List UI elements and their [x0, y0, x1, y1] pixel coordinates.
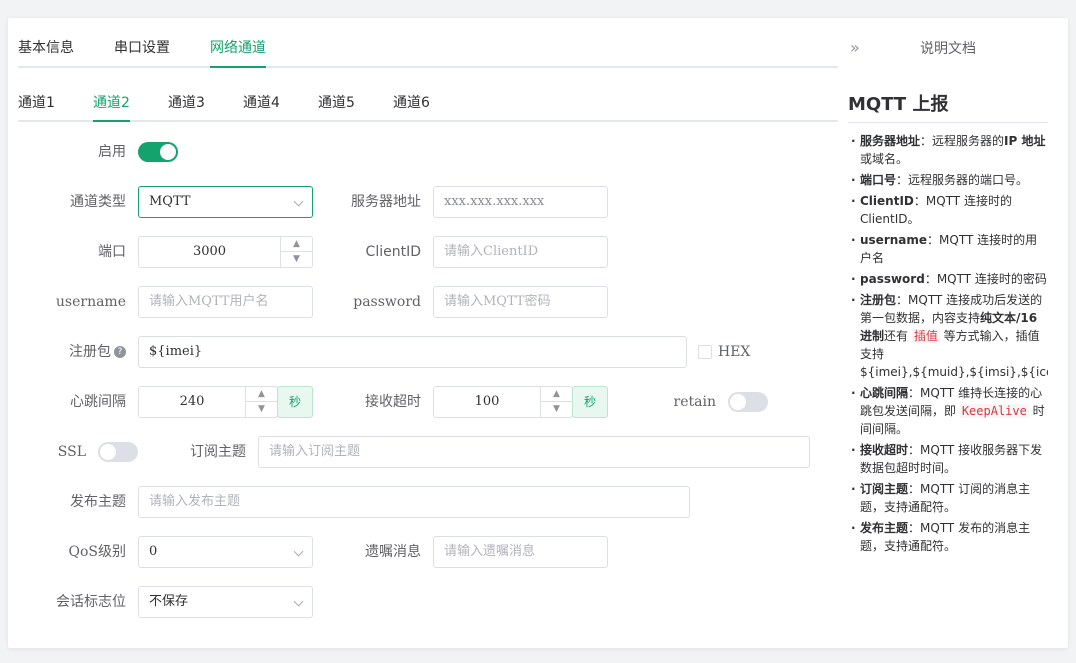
chevron-down-icon: [293, 546, 304, 557]
tab-channel-4[interactable]: 通道4: [243, 92, 280, 122]
channel-tabs: 通道1 通道2 通道3 通道4 通道5 通道6: [18, 88, 838, 122]
heartbeat-value: 240: [179, 394, 205, 409]
tab-channel-6[interactable]: 通道6: [393, 92, 430, 122]
doc-item: 服务器地址：远程服务器的IP 地址或域名。: [848, 132, 1048, 168]
doc-item: password：MQTT 连接时的密码: [848, 270, 1048, 288]
channel-type-select[interactable]: MQTT: [138, 186, 313, 218]
collapse-icon[interactable]: »: [850, 38, 860, 57]
tab-channel-3[interactable]: 通道3: [168, 92, 205, 122]
port-stepper[interactable]: 3000 ▲ ▼: [138, 236, 313, 268]
doc-header-title: 说明文档: [920, 41, 976, 57]
doc-item: ClientID：MQTT 连接时的 ClientID。: [848, 192, 1048, 228]
chevron-down-icon: [293, 596, 304, 607]
hex-checkbox[interactable]: [698, 345, 712, 359]
chevron-down-icon: [293, 196, 304, 207]
tab-network-channel[interactable]: 网络通道: [210, 38, 266, 68]
timeout-label: 接收超时: [365, 394, 421, 410]
register-label-text: 注册包: [69, 344, 111, 360]
enable-label: 启用: [98, 144, 126, 160]
retain-switch[interactable]: [728, 392, 768, 412]
password-input[interactable]: 请输入MQTT密码: [433, 286, 608, 318]
retain-label: retain: [673, 394, 716, 410]
doc-item: username：MQTT 连接时的用户名: [848, 231, 1048, 267]
doc-title: MQTT 上报: [848, 90, 1048, 123]
password-label: password: [353, 294, 421, 310]
doc-item: 心跳间隔：MQTT 维持长连接的心跳包发送间隔，即 KeepAlive 时间间隔…: [848, 384, 1048, 438]
tab-channel-1[interactable]: 通道1: [18, 92, 55, 122]
username-input[interactable]: 请输入MQTT用户名: [138, 286, 313, 318]
heartbeat-stepper[interactable]: 240 ▲ ▼: [138, 386, 278, 418]
decrease-icon[interactable]: ▼: [246, 402, 277, 417]
server-label: 服务器地址: [351, 194, 421, 210]
decrease-icon[interactable]: ▼: [281, 252, 312, 267]
heartbeat-unit: 秒: [277, 386, 313, 418]
doc-item: 订阅主题：MQTT 订阅的消息主题，支持通配符。: [848, 480, 1048, 516]
publish-input[interactable]: 请输入发布主题: [138, 486, 690, 518]
session-label: 会话标志位: [56, 594, 126, 610]
tab-channel-2[interactable]: 通道2: [93, 92, 130, 122]
session-select[interactable]: 不保存: [138, 586, 313, 618]
increase-icon[interactable]: ▲: [281, 237, 312, 252]
increase-icon[interactable]: ▲: [246, 387, 277, 402]
doc-item: 接收超时：MQTT 接收服务器下发数据包超时时间。: [848, 441, 1048, 477]
main-card: 基本信息 串口设置 网络通道 通道1 通道2 通道3 通道4 通道5 通道6 启…: [8, 18, 1068, 648]
will-label: 遗嘱消息: [365, 544, 421, 560]
will-input[interactable]: 请输入遗嘱消息: [433, 536, 608, 568]
register-input[interactable]: ${imei}: [138, 336, 687, 368]
heartbeat-steps: ▲ ▼: [245, 387, 277, 417]
doc-item: 注册包：MQTT 连接成功后发送的第一包数据，内容支持纯文本/16进制还有 插值…: [848, 291, 1048, 381]
heartbeat-label: 心跳间隔: [70, 394, 126, 410]
doc-item: 发布主题：MQTT 发布的消息主题，支持通配符。: [848, 519, 1048, 555]
port-label: 端口: [98, 244, 126, 260]
help-icon[interactable]: ?: [114, 346, 126, 358]
subscribe-input[interactable]: 请输入订阅主题: [258, 436, 810, 468]
ssl-switch[interactable]: [98, 442, 138, 462]
doc-header: » 说明文档: [848, 36, 1058, 66]
qos-select[interactable]: 0: [138, 536, 313, 568]
timeout-value: 100: [474, 394, 500, 409]
session-value: 不保存: [149, 594, 189, 609]
increase-icon[interactable]: ▲: [541, 387, 572, 402]
doc-item: 端口号：远程服务器的端口号。: [848, 171, 1048, 189]
register-label: 注册包?: [38, 336, 126, 368]
enable-switch[interactable]: [138, 142, 178, 162]
channel-type-value: MQTT: [149, 194, 191, 209]
timeout-unit: 秒: [572, 386, 608, 418]
publish-label: 发布主题: [70, 494, 126, 510]
subscribe-label: 订阅主题: [190, 444, 246, 460]
hex-label: HEX: [718, 344, 751, 360]
timeout-steps: ▲ ▼: [540, 387, 572, 417]
tab-channel-5[interactable]: 通道5: [318, 92, 355, 122]
decrease-icon[interactable]: ▼: [541, 402, 572, 417]
port-steps: ▲ ▼: [280, 237, 312, 267]
tab-serial-settings[interactable]: 串口设置: [114, 38, 170, 68]
qos-value: 0: [149, 544, 158, 559]
qos-label: QoS级别: [68, 544, 127, 560]
server-input[interactable]: xxx.xxx.xxx.xxx: [433, 186, 608, 218]
timeout-stepper[interactable]: 100 ▲ ▼: [433, 386, 573, 418]
ssl-label: SSL: [57, 444, 86, 460]
clientid-input[interactable]: 请输入ClientID: [433, 236, 608, 268]
clientid-label: ClientID: [365, 244, 421, 260]
port-value: 3000: [192, 244, 227, 259]
top-tabs: 基本信息 串口设置 网络通道: [18, 38, 838, 68]
channel-type-label: 通道类型: [70, 194, 126, 210]
username-label: username: [55, 294, 126, 310]
doc-body: 服务器地址：远程服务器的IP 地址或域名。 端口号：远程服务器的端口号。 Cli…: [848, 132, 1048, 580]
tab-basic-info[interactable]: 基本信息: [18, 38, 74, 68]
